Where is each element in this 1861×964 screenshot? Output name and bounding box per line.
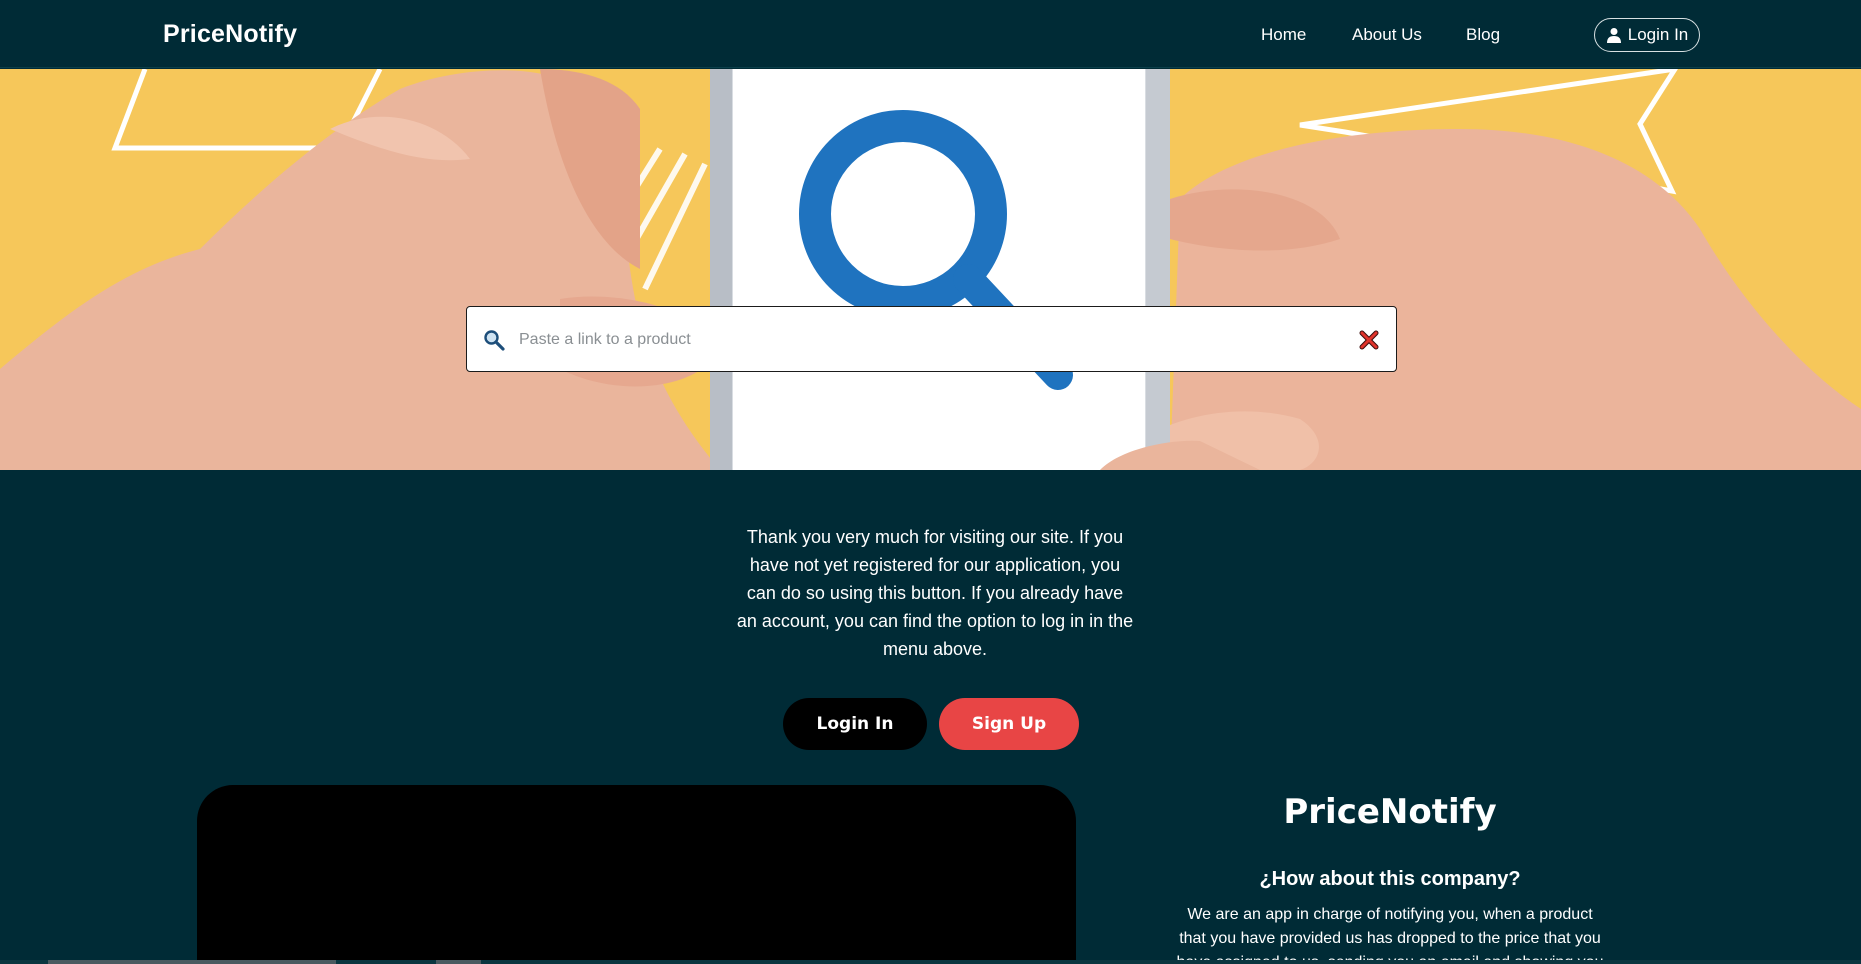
hero-banner — [0, 69, 1861, 470]
nav-about-link[interactable]: About Us — [1352, 25, 1422, 45]
product-link-search — [466, 306, 1397, 372]
about-title: PriceNotify — [1283, 792, 1497, 832]
search-icon — [484, 330, 505, 351]
nav-blog-link[interactable]: Blog — [1466, 25, 1500, 45]
nav-home-link[interactable]: Home — [1261, 25, 1306, 45]
product-link-input[interactable] — [519, 321, 1319, 359]
about-subtitle: ¿How about this company? — [1259, 868, 1521, 890]
brand-logo[interactable]: PriceNotify — [163, 20, 297, 49]
user-icon — [1606, 28, 1621, 43]
video-player[interactable] — [197, 785, 1076, 964]
scrollbar-thumb-secondary[interactable] — [436, 960, 481, 964]
close-icon[interactable] — [1358, 329, 1380, 351]
hero-illustration — [0, 69, 1861, 470]
about-text: We are an app in charge of notifying you… — [1176, 906, 1604, 964]
scrollbar-thumb[interactable] — [48, 960, 336, 964]
nav-login-button[interactable]: Login In — [1594, 18, 1700, 52]
nav-login-label: Login In — [1627, 25, 1689, 44]
signup-button[interactable]: Sign Up — [939, 698, 1079, 750]
login-button[interactable]: Login In — [783, 698, 927, 750]
navbar: PriceNotify Home About Us Blog Login In — [0, 0, 1861, 68]
welcome-text: Thank you very much for visiting our sit… — [736, 527, 1134, 659]
